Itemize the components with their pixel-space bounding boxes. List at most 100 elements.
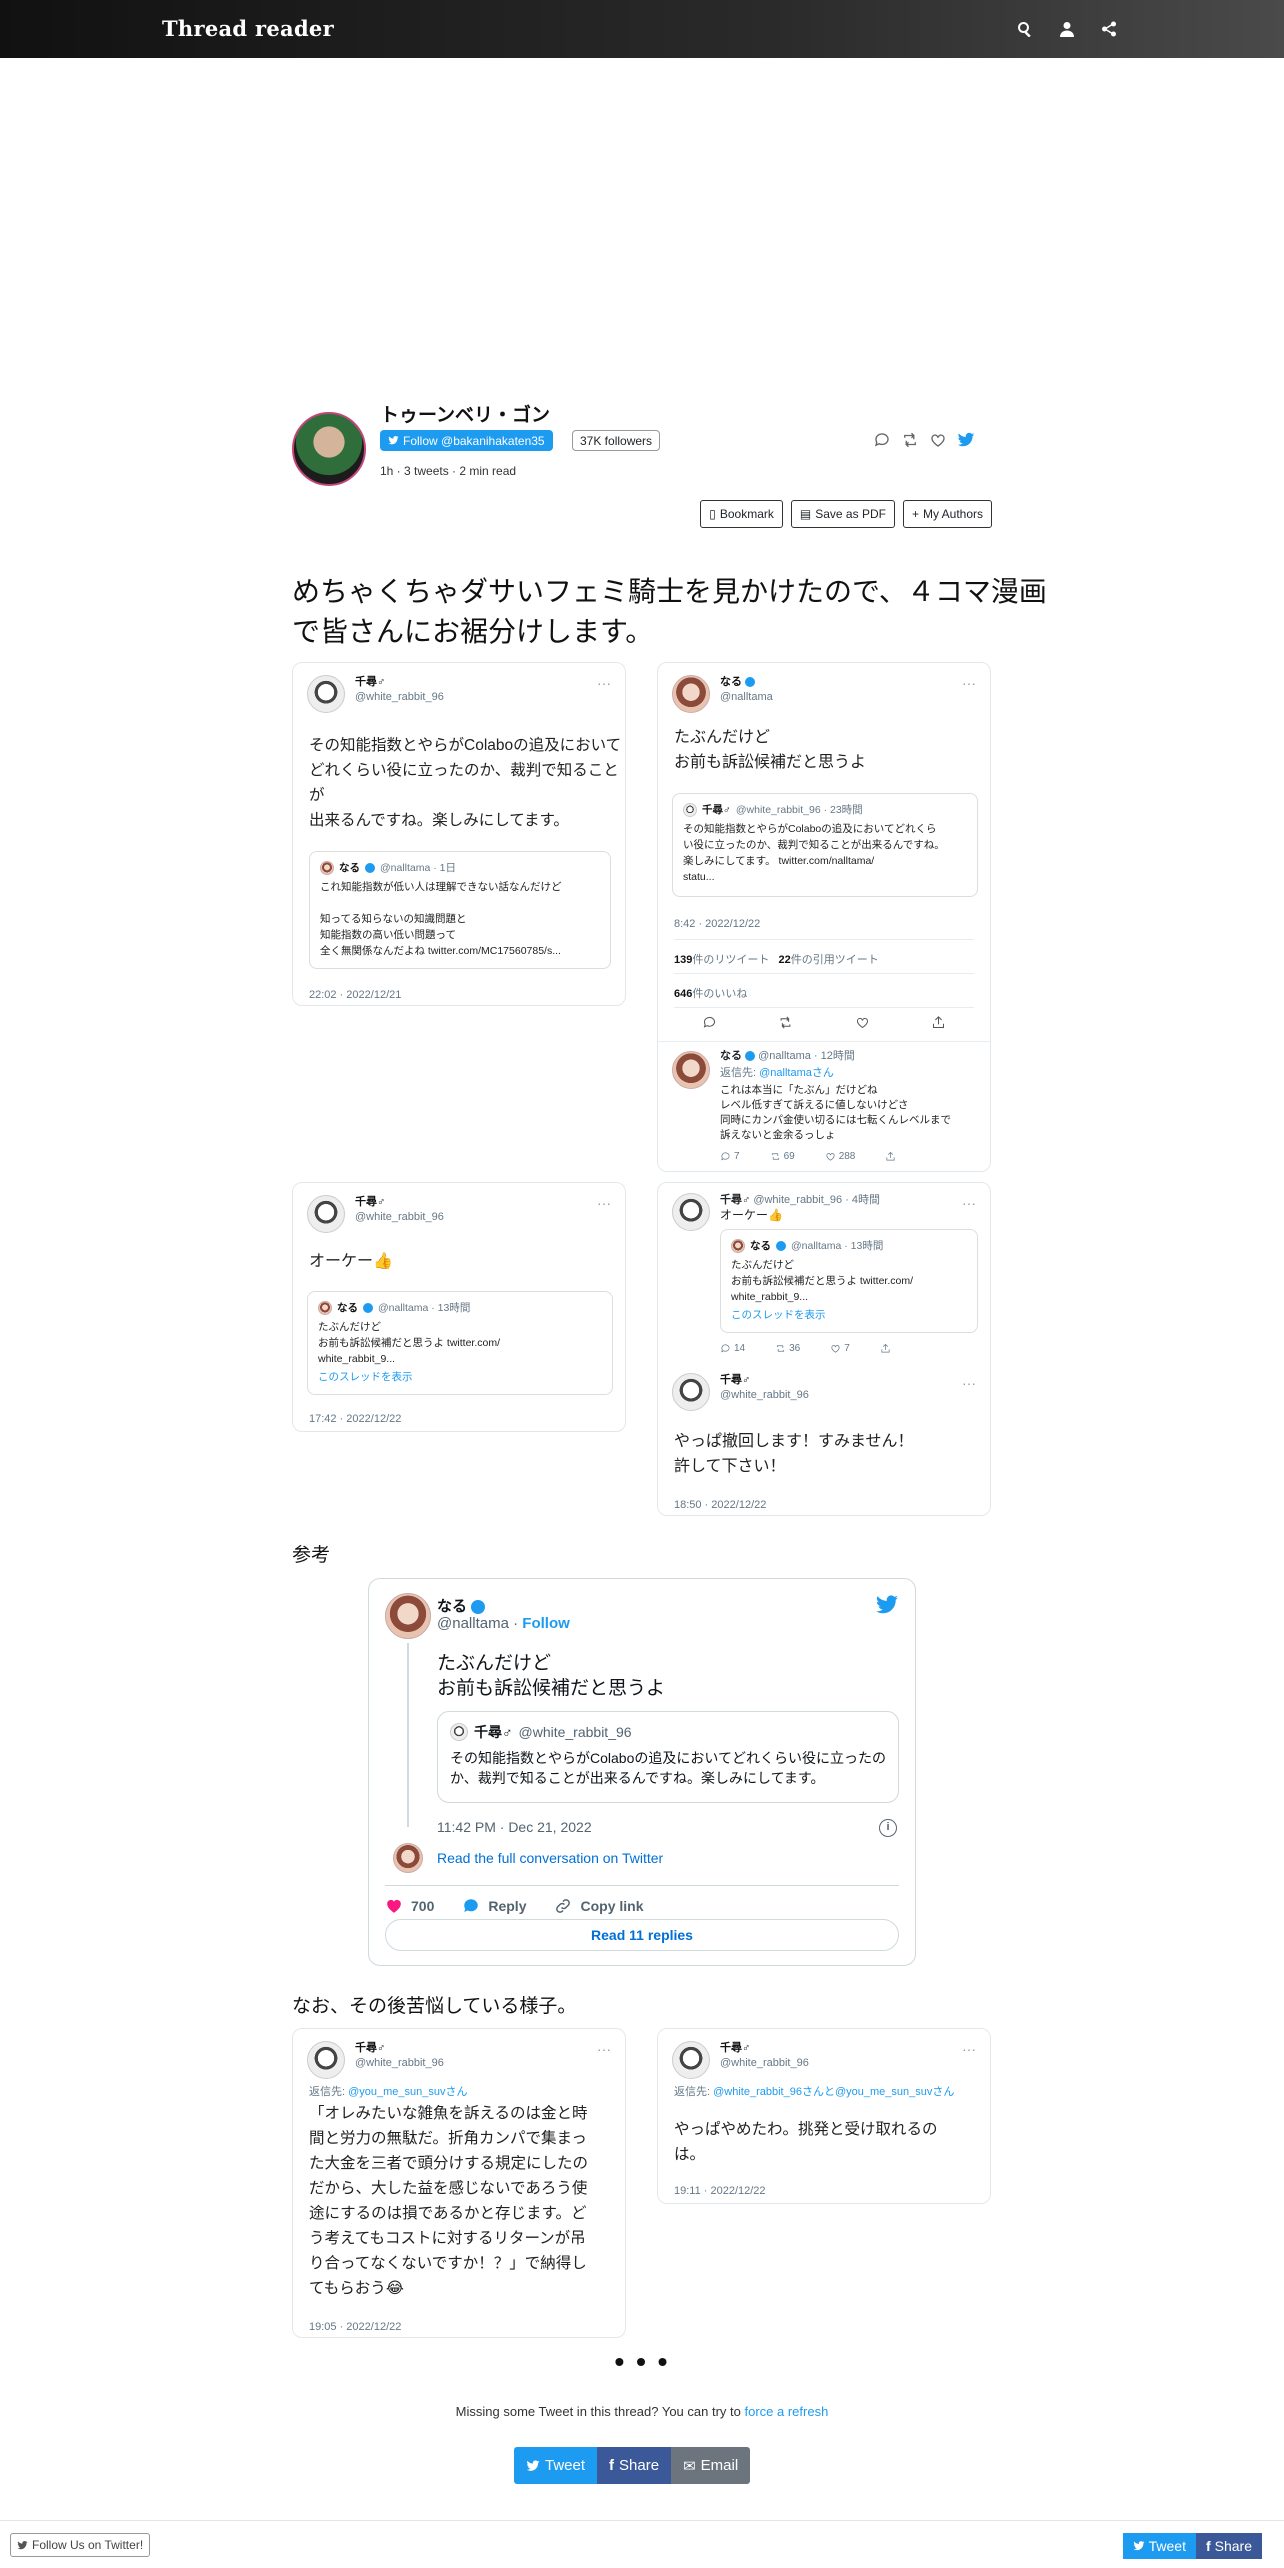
author-avatar[interactable] bbox=[292, 412, 366, 486]
tweet-avatar[interactable] bbox=[672, 675, 710, 713]
tweet-card-2[interactable]: なる @nalltama ··· たぶんだけど お前も訴訟候補だと思うよ 千尋♂… bbox=[657, 662, 991, 1172]
quote-meta: @white_rabbit_96 · 23時間 bbox=[735, 804, 863, 816]
embed-quoted-tweet[interactable]: 千尋♂ @white_rabbit_96 その知能指数とやらがColaboの追及に… bbox=[437, 1711, 899, 1803]
retweet-count[interactable]: 36 bbox=[775, 1343, 800, 1354]
reply-button[interactable]: Reply bbox=[462, 1897, 526, 1915]
retweet-icon[interactable] bbox=[778, 1015, 793, 1035]
reply-to-handle[interactable]: @white_rabbit_96さんと@you_me_sun_suvさん bbox=[713, 2086, 954, 2098]
share-icon[interactable] bbox=[1098, 18, 1120, 40]
twitter-bird-icon[interactable] bbox=[956, 430, 976, 450]
follow-us-button[interactable]: Follow Us on Twitter! bbox=[10, 2533, 151, 2557]
tweet-card-4[interactable]: 千尋♂ @white_rabbit_96 · 4時間 ··· オーケー👍 なる @… bbox=[657, 1182, 991, 1516]
section-heading-after: なお、その後苦悩している様子。 bbox=[292, 1996, 577, 2017]
show-thread-link[interactable]: このスレッドを表示 bbox=[318, 1369, 602, 1384]
more-options-icon[interactable]: ··· bbox=[962, 1195, 976, 1211]
tweet-timestamp[interactable]: 19:11 · 2022/12/22 bbox=[674, 2185, 766, 2197]
more-options-icon[interactable]: ··· bbox=[597, 1195, 611, 1211]
retweet-count[interactable]: 69 bbox=[770, 1151, 795, 1162]
save-pdf-button[interactable]: ▤ Save as PDF bbox=[790, 500, 895, 528]
more-options-icon[interactable]: ··· bbox=[962, 2041, 976, 2057]
facebook-share-button[interactable]: f Share bbox=[597, 2447, 672, 2484]
reply-count[interactable]: 14 bbox=[720, 1343, 745, 1354]
bottom-share-button[interactable]: f Share bbox=[1195, 2533, 1262, 2559]
show-thread-link[interactable]: このスレッドを表示 bbox=[731, 1307, 967, 1322]
followers-count[interactable]: 37K followers bbox=[572, 430, 661, 451]
reply-header: なる @nalltama · 12時間 bbox=[720, 1049, 855, 1064]
bottom-tweet-label: Tweet bbox=[1148, 2538, 1186, 2554]
bottom-bar: Follow Us on Twitter! Tweet f Share bbox=[0, 2520, 1284, 2568]
link-icon bbox=[556, 1899, 571, 1913]
thread-end-ellipsis: • • • bbox=[614, 2346, 670, 2377]
tweet-avatar[interactable] bbox=[672, 2041, 710, 2079]
parent-tweet-avatar[interactable] bbox=[672, 1193, 710, 1231]
tweet-card-5[interactable]: 千尋♂ @white_rabbit_96 ··· 返信先: @you_me_sun… bbox=[292, 2028, 626, 2338]
tweet-text: たぶんだけど お前も訴訟候補だと思うよ bbox=[674, 729, 867, 771]
thread-line bbox=[407, 1643, 409, 1827]
parent-tweet-header: 千尋♂ @white_rabbit_96 · 4時間 bbox=[720, 1193, 880, 1208]
embed-follow-link[interactable]: Follow bbox=[522, 1615, 570, 1632]
author-name[interactable]: トゥーンベリ・ゴン bbox=[380, 400, 550, 427]
tweet-card-3[interactable]: 千尋♂ @white_rabbit_96 ··· オーケー👍 なる @nalltam… bbox=[292, 1182, 626, 1432]
tweet-card-6[interactable]: 千尋♂ @white_rabbit_96 ··· 返信先: @white_rabb… bbox=[657, 2028, 991, 2204]
more-options-icon[interactable]: ··· bbox=[962, 1375, 976, 1391]
embedded-tweet[interactable]: なる @nalltama · Follow たぶんだけど お前も訴訟候補だと思う… bbox=[368, 1578, 916, 1966]
twitter-bird-icon[interactable] bbox=[875, 1593, 899, 1617]
tweet-avatar[interactable] bbox=[307, 2041, 345, 2079]
quote-label[interactable]: 件の引用ツイート bbox=[791, 954, 879, 966]
quoted-tweet[interactable]: なる @nalltama · 13時間 たぶんだけど お前も訴訟候補だと思うよ t… bbox=[307, 1291, 613, 1395]
tweet-avatar[interactable] bbox=[672, 1373, 710, 1411]
bookmark-button[interactable]: ▯ Bookmark bbox=[700, 500, 783, 528]
reply-avatar[interactable] bbox=[672, 1051, 710, 1089]
retweet-label[interactable]: 件のリツイート bbox=[692, 954, 769, 966]
tweet-share-button[interactable]: Tweet bbox=[514, 2447, 598, 2484]
read-conversation-link[interactable]: Read the full conversation on Twitter bbox=[437, 1850, 663, 1866]
more-options-icon[interactable]: ··· bbox=[597, 2041, 611, 2057]
reply-icon[interactable] bbox=[872, 430, 892, 450]
embed-timestamp[interactable]: 11:42 PM · Dec 21, 2022 bbox=[437, 1819, 592, 1835]
search-icon[interactable] bbox=[1014, 18, 1036, 40]
like-count: 700 bbox=[411, 1898, 435, 1914]
follow-button[interactable]: Follow @bakanihakaten35 bbox=[380, 430, 553, 451]
quoted-tweet[interactable]: なる @nalltama · 1日 これ知能指数が低い人は理解できない話なんだけど… bbox=[309, 851, 611, 969]
like-icon[interactable] bbox=[928, 430, 948, 450]
retweet-icon[interactable] bbox=[900, 430, 920, 450]
tweet-card-1[interactable]: 千尋♂ @white_rabbit_96 ··· その知能指数とやらがColabo… bbox=[292, 662, 626, 1006]
tweet-avatar[interactable] bbox=[307, 1195, 345, 1233]
reply-icon bbox=[721, 1152, 730, 1161]
more-options-icon[interactable]: ··· bbox=[962, 675, 976, 691]
tweet-timestamp[interactable]: 18:50 · 2022/12/22 bbox=[674, 1499, 766, 1511]
like-count[interactable]: 288 bbox=[825, 1151, 855, 1162]
read-replies-button[interactable]: Read 11 replies bbox=[385, 1919, 899, 1951]
tweet-timestamp[interactable]: 17:42 · 2022/12/22 bbox=[309, 1413, 401, 1425]
like-icon[interactable] bbox=[855, 1015, 870, 1035]
share-icon[interactable] bbox=[931, 1015, 946, 1035]
embed-author-name[interactable]: なる bbox=[437, 1598, 467, 1615]
force-refresh-link[interactable]: force a refresh bbox=[745, 2404, 829, 2419]
bottom-tweet-button[interactable]: Tweet bbox=[1122, 2533, 1196, 2559]
like-label[interactable]: 件のいいね bbox=[692, 988, 747, 1000]
tweet-timestamp[interactable]: 8:42 · 2022/12/22 bbox=[674, 918, 760, 930]
info-icon[interactable]: i bbox=[879, 1819, 897, 1837]
share-icon[interactable] bbox=[880, 1343, 894, 1354]
user-icon[interactable] bbox=[1056, 18, 1078, 40]
quoted-tweet[interactable]: 千尋♂ @white_rabbit_96 · 23時間 その知能指数とやらがCol… bbox=[672, 793, 978, 897]
embed-avatar[interactable] bbox=[385, 1593, 431, 1639]
share-icon[interactable] bbox=[885, 1151, 899, 1162]
more-options-icon[interactable]: ··· bbox=[597, 675, 611, 691]
reply-to-label: 返信先: bbox=[674, 2086, 711, 2098]
copy-link-button[interactable]: Copy link bbox=[554, 1897, 644, 1915]
my-authors-button[interactable]: + My Authors bbox=[902, 500, 992, 528]
tweet-avatar[interactable] bbox=[307, 675, 345, 713]
reply-to-handle[interactable]: @you_me_sun_suvさん bbox=[348, 2086, 467, 2098]
quoted-tweet[interactable]: なる @nalltama · 13時間 たぶんだけど お前も訴訟候補だと思うよ t… bbox=[720, 1229, 978, 1333]
tweet-timestamp[interactable]: 19:05 · 2022/12/22 bbox=[309, 2321, 401, 2333]
tweet-timestamp[interactable]: 22:02 · 2022/12/21 bbox=[309, 989, 401, 1001]
embed-handle[interactable]: @nalltama bbox=[437, 1615, 509, 1632]
like-count[interactable]: 7 bbox=[830, 1343, 850, 1354]
site-logo[interactable]: Thread reader bbox=[162, 16, 334, 41]
reply-to-handle[interactable]: @nalltamaさん bbox=[759, 1067, 834, 1079]
reply-icon[interactable] bbox=[702, 1015, 717, 1035]
reply-count[interactable]: 7 bbox=[720, 1151, 740, 1162]
like-button[interactable]: 700 bbox=[385, 1897, 434, 1915]
email-share-button[interactable]: ✉ Email bbox=[671, 2447, 751, 2484]
